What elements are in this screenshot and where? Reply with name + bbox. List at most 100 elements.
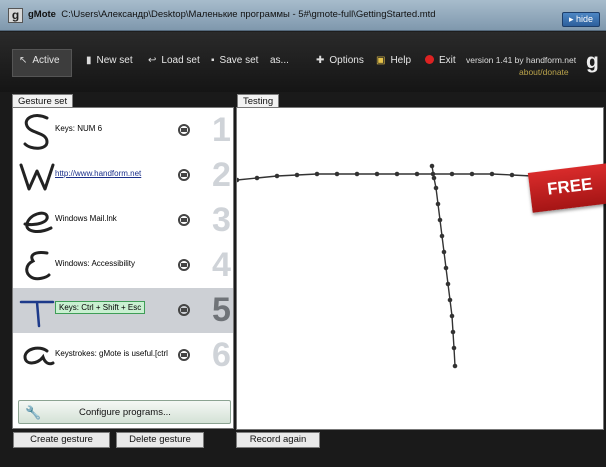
stroke-point [334,171,340,177]
gesture-row[interactable]: http://www.handform.net 2 [13,153,233,198]
gesture-row[interactable]: Keystrokes: gMote is useful.[ctrl 6 [13,333,233,378]
stroke-point [451,345,457,351]
load-set-label: Load set [161,55,200,66]
stroke-point [414,171,420,177]
stroke-point [433,185,439,191]
stroke-horizontal [237,173,568,181]
stroke-point [450,329,456,335]
delete-gesture-button[interactable]: Delete gesture [116,432,204,448]
stroke-point [449,313,455,319]
cursor-icon: ↖ [19,55,28,66]
app-name: gMote [28,9,56,20]
gesture-e-glyph-icon [23,211,53,233]
active-label: Active [32,55,60,66]
gesture-number: 4 [212,246,231,284]
configure-label: Configure programs... [79,407,171,418]
stroke-point [439,233,445,239]
help-button[interactable]: ▣ Help [376,55,411,66]
gesture-w-glyph-icon [19,163,55,191]
gesture-alpha-glyph-icon [23,346,55,366]
gesture-row[interactable]: Windows: Accessibility 4 [13,243,233,288]
gesture-s-glyph-icon [23,114,49,150]
toolbar: ↖ Active ▮ New set ↩ Load set ▪ Save set as.… [0,32,606,92]
active-toggle[interactable]: ↖ Active [12,49,72,77]
help-book-icon: ▣ [376,55,386,66]
stroke-point [254,175,260,181]
gmote-logo: g [586,50,599,73]
new-document-icon: ▮ [86,55,92,66]
exit-label: Exit [439,55,456,66]
gesture-action-label: http://www.handform.net [55,169,142,178]
play-gesture-icon[interactable] [178,214,190,226]
load-arrow-icon: ↩ [148,55,157,66]
record-again-button[interactable]: Record again [236,432,320,448]
stroke-point [237,177,240,183]
plus-icon: ✚ [316,55,325,66]
help-label: Help [390,55,412,66]
new-set-button[interactable]: ▮ New set [86,55,133,66]
play-gesture-icon[interactable] [178,349,190,361]
play-gesture-icon[interactable] [178,304,190,316]
options-button[interactable]: ✚ Options [316,55,364,66]
stroke-point [394,171,400,177]
exit-button[interactable]: Exit [425,55,456,66]
stroke-point [274,173,280,179]
gesture-e-curly-glyph-icon [25,251,51,281]
stroke-point [435,201,441,207]
stroke-point [441,249,447,255]
stroke-point [509,172,515,178]
stroke-point [452,363,458,369]
exit-icon [425,55,434,64]
gesture-row[interactable]: Keys: Ctrl + Shift + Esc 5 [13,288,233,333]
gesture-list[interactable]: Keys: NUM 6 1 http://www.handform.net 2 Wind… [12,107,234,429]
title-bar: g gMote C:\Users\Александр\Desktop\Мален… [0,0,606,31]
play-gesture-icon[interactable] [178,169,190,181]
recorded-gesture-stroke [237,163,570,369]
create-gesture-button[interactable]: Create gesture [13,432,110,448]
save-as-button[interactable]: as... [270,55,289,66]
stroke-point [354,171,360,177]
save-set-button[interactable]: ▪ Save set [211,55,258,66]
gesture-row[interactable]: Windows Mail.lnk 3 [13,198,233,243]
window-title: gMote C:\Users\Александр\Desktop\Маленьк… [28,9,436,20]
stroke-point [443,265,449,271]
donate-link[interactable]: about/donate [519,67,569,77]
stroke-point [374,171,380,177]
configure-programs-button[interactable]: 🔧 Configure programs... [18,400,231,424]
play-gesture-icon[interactable] [178,259,190,271]
gesture-action-label: Windows Mail.lnk [55,214,117,223]
stroke-point [429,163,435,169]
gesture-number: 3 [212,201,231,239]
gesture-row[interactable]: Keys: NUM 6 1 [13,108,233,153]
new-set-label: New set [96,55,133,66]
save-set-label: Save set [219,55,259,66]
gesture-number: 6 [212,336,231,374]
stroke-point [447,297,453,303]
stroke-point [469,171,475,177]
play-gesture-icon[interactable] [178,124,190,136]
stroke-point [314,171,320,177]
gesture-number: 2 [212,156,231,194]
gesture-action-label: Keystrokes: gMote is useful.[ctrl [55,349,168,358]
stroke-vertical [431,165,456,367]
stroke-point [437,217,443,223]
version-text: version 1.41 by handform.net [466,55,577,65]
hide-label: hide [576,14,594,24]
gesture-action-label: Windows: Accessibility [55,259,136,268]
gesture-number: 5 [212,291,231,329]
gesture-t-glyph-icon [19,300,55,328]
gesture-number: 1 [212,111,231,149]
hide-button[interactable]: ▸ hide [562,12,600,27]
stroke-point [489,171,495,177]
gesture-action-label: Keys: Ctrl + Shift + Esc [55,301,146,314]
save-disk-icon: ▪ [211,55,215,66]
wrench-icon: 🔧 [25,405,42,420]
options-label: Options [329,55,364,66]
stroke-point [449,171,455,177]
stroke-point [431,175,437,181]
load-set-button[interactable]: ↩ Load set [148,55,200,66]
gesture-action-label: Keys: NUM 6 [55,124,103,133]
app-logo-icon: g [8,8,23,23]
testing-canvas[interactable] [236,107,604,430]
stroke-point [294,172,300,178]
